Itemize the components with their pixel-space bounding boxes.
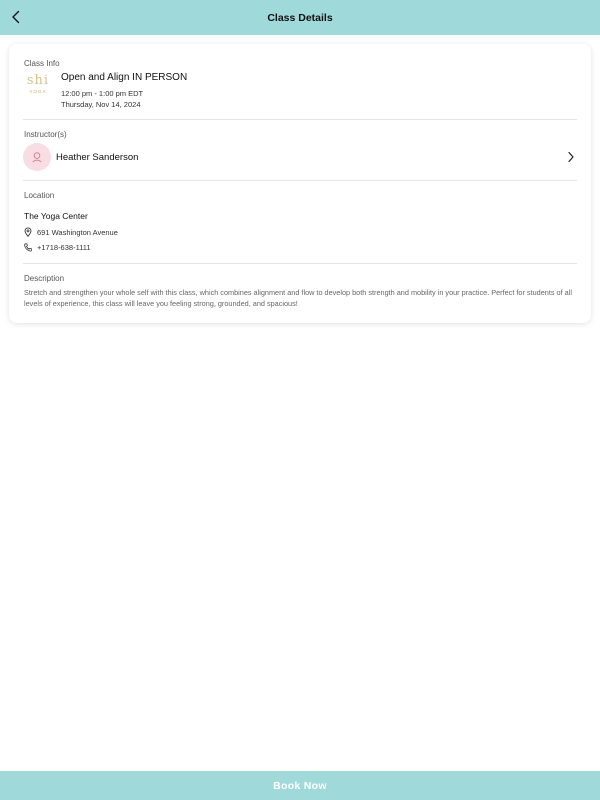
- studio-logo: shi YOGA: [23, 70, 53, 98]
- chevron-left-icon: [12, 10, 20, 24]
- phone-text: +1718-638-1111: [37, 243, 91, 252]
- phone-row[interactable]: +1718-638-1111: [24, 243, 91, 252]
- page-title: Class Details: [267, 11, 333, 24]
- back-button[interactable]: [6, 7, 26, 27]
- location-label: Location: [24, 191, 55, 200]
- logo-sub: YOGA: [29, 88, 47, 94]
- address-text: 691 Washington Avenue: [37, 227, 118, 237]
- book-now-button[interactable]: Book Now: [0, 771, 600, 800]
- description-label: Description: [24, 274, 65, 283]
- instructor-name: Heather Sanderson: [56, 151, 139, 163]
- top-bar: Class Details: [0, 0, 600, 35]
- location-name: The Yoga Center: [24, 211, 88, 221]
- divider: [23, 263, 577, 264]
- map-pin-icon: [24, 227, 32, 237]
- logo-mark: shi: [26, 72, 50, 88]
- chevron-right-icon[interactable]: [565, 150, 577, 164]
- class-date: Thursday, Nov 14, 2024: [61, 100, 141, 109]
- class-time: 12:00 pm - 1:00 pm EDT: [61, 89, 144, 98]
- description-text: Stretch and strengthen your whole self w…: [24, 288, 572, 308]
- class-title: Open and Align IN PERSON: [61, 72, 188, 83]
- phone-icon: [24, 243, 32, 252]
- class-info-label: Class Info: [24, 59, 60, 68]
- divider: [23, 119, 577, 120]
- instructor-row[interactable]: Heather Sanderson: [23, 143, 577, 171]
- avatar: [23, 143, 51, 171]
- class-details-card: Class Info shi YOGA Open and Align IN PE…: [9, 44, 591, 323]
- address-row[interactable]: 691 Washington Avenue: [24, 227, 118, 237]
- instructor-label: Instructor(s): [24, 130, 67, 139]
- user-icon: [32, 152, 42, 163]
- divider: [23, 180, 577, 181]
